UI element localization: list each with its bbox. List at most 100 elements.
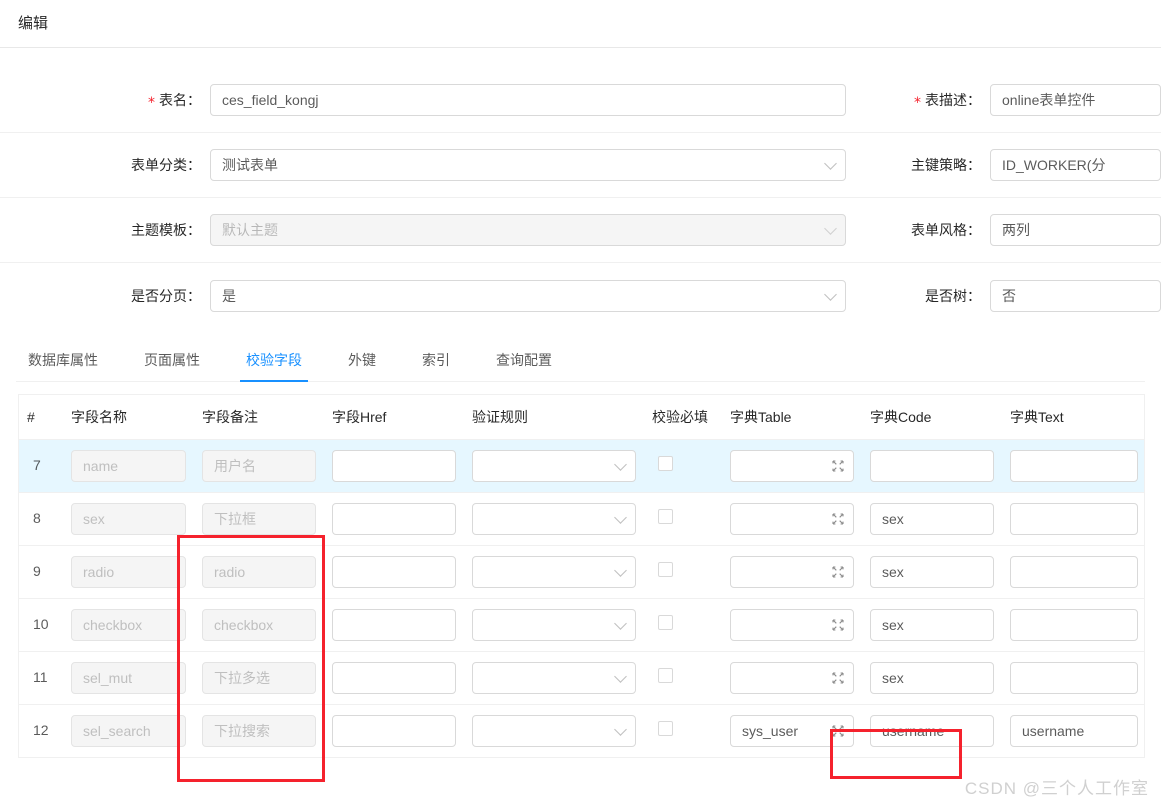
input-field-memo[interactable]: 下拉框: [202, 503, 316, 535]
input-dict-code[interactable]: sex: [870, 556, 994, 588]
input-field-href[interactable]: [332, 609, 456, 641]
input-dict-text[interactable]: [1010, 609, 1138, 641]
input-field-href[interactable]: [332, 556, 456, 588]
input-dict-code[interactable]: sex: [870, 662, 994, 694]
tab-foreign-key[interactable]: 外键: [348, 350, 376, 381]
input-field-memo[interactable]: 下拉搜索: [202, 715, 316, 747]
input-dict-table[interactable]: [730, 609, 854, 641]
cell-dict-text: [1002, 439, 1144, 493]
select-validation-rule[interactable]: [472, 609, 636, 641]
cell-dict-text: [1002, 545, 1144, 599]
cell-rule: [464, 704, 644, 758]
checkbox-required[interactable]: [658, 721, 673, 736]
tab-validation-fields[interactable]: 校验字段: [240, 350, 308, 382]
input-field-memo[interactable]: 用户名: [202, 450, 316, 482]
input-field-href[interactable]: [332, 662, 456, 694]
col-header-rule: 验证规则: [464, 395, 644, 440]
required-star-icon: *: [914, 95, 921, 111]
input-dict-text[interactable]: [1010, 450, 1138, 482]
cell-field-memo: 下拉搜索: [194, 704, 324, 758]
cell-field-memo: radio: [194, 545, 324, 599]
cell-dict-code: sex: [862, 492, 1002, 546]
cell-dict-text: [1002, 598, 1144, 652]
input-field-name[interactable]: radio: [71, 556, 186, 588]
cell-index: 8: [19, 492, 63, 546]
form-row-table-name: * 表名： ces_field_kongj: [0, 68, 870, 133]
cell-dict-code: username: [862, 704, 1002, 758]
table-row: 12 sel_search 下拉搜索 sys_user username username: [19, 704, 1144, 758]
checkbox-required[interactable]: [658, 615, 673, 630]
input-dict-text[interactable]: [1010, 556, 1138, 588]
expand-icon: [832, 513, 844, 525]
select-form-category[interactable]: 测试表单: [210, 149, 846, 181]
watermark: CSDN @三个人工作室: [964, 779, 1149, 798]
input-table-desc[interactable]: online表单控件: [990, 84, 1161, 116]
input-dict-text[interactable]: [1010, 662, 1138, 694]
checkbox-required[interactable]: [658, 456, 673, 471]
select-pk-strategy[interactable]: ID_WORKER(分: [990, 149, 1161, 181]
input-field-memo[interactable]: 下拉多选: [202, 662, 316, 694]
input-dict-table[interactable]: [730, 556, 854, 588]
input-dict-table[interactable]: [730, 662, 854, 694]
input-field-memo[interactable]: checkbox: [202, 609, 316, 641]
input-dict-table[interactable]: [730, 450, 854, 482]
cell-field-href: [324, 651, 464, 705]
cell-required: [644, 704, 722, 758]
input-dict-text[interactable]: [1010, 503, 1138, 535]
input-field-name[interactable]: sel_mut: [71, 662, 186, 694]
modal-header: 编辑: [0, 0, 1161, 48]
tab-page-properties[interactable]: 页面属性: [144, 350, 200, 381]
input-field-name[interactable]: name: [71, 450, 186, 482]
checkbox-required[interactable]: [658, 509, 673, 524]
input-dict-code[interactable]: username: [870, 715, 994, 747]
table-row: 8 sex 下拉框 sex: [19, 492, 1144, 546]
select-validation-rule[interactable]: [472, 503, 636, 535]
chevron-down-icon: [824, 222, 837, 235]
checkbox-required[interactable]: [658, 562, 673, 577]
tab-query-config[interactable]: 查询配置: [496, 350, 552, 381]
cell-field-memo: 下拉多选: [194, 651, 324, 705]
select-paging[interactable]: 是: [210, 279, 846, 312]
cell-rule: [464, 439, 644, 493]
input-dict-code[interactable]: sex: [870, 503, 994, 535]
cell-field-href: [324, 439, 464, 493]
input-field-name[interactable]: checkbox: [71, 609, 186, 641]
tab-index[interactable]: 索引: [422, 350, 450, 381]
cell-index: 12: [19, 704, 63, 758]
table-row: 11 sel_mut 下拉多选 sex: [19, 651, 1144, 705]
chevron-down-icon: [614, 723, 627, 736]
select-validation-rule[interactable]: [472, 715, 636, 747]
select-validation-rule[interactable]: [472, 556, 636, 588]
input-dict-table[interactable]: sys_user: [730, 715, 854, 747]
cell-index: 7: [19, 439, 63, 493]
input-field-href[interactable]: [332, 503, 456, 535]
col-header-required: 校验必填: [644, 395, 722, 440]
select-form-style[interactable]: 两列: [990, 214, 1161, 246]
input-dict-table[interactable]: [730, 503, 854, 535]
input-field-name[interactable]: sex: [71, 503, 186, 535]
expand-icon: [832, 460, 844, 472]
input-field-name[interactable]: sel_search: [71, 715, 186, 747]
tab-database-properties[interactable]: 数据库属性: [28, 350, 98, 381]
select-is-tree[interactable]: 否: [990, 279, 1161, 312]
chevron-down-icon: [614, 511, 627, 524]
input-field-href[interactable]: [332, 715, 456, 747]
input-table-name[interactable]: ces_field_kongj: [210, 84, 846, 116]
table-row: 9 radio radio sex: [19, 545, 1144, 599]
checkbox-required[interactable]: [658, 668, 673, 683]
input-dict-code[interactable]: sex: [870, 609, 994, 641]
cell-field-name: checkbox: [63, 598, 194, 652]
input-dict-code[interactable]: [870, 450, 994, 482]
input-field-href[interactable]: [332, 450, 456, 482]
input-field-memo[interactable]: radio: [202, 556, 316, 588]
select-validation-rule[interactable]: [472, 662, 636, 694]
cell-field-memo: 用户名: [194, 439, 324, 493]
cell-required: [644, 439, 722, 493]
cell-dict-table: [722, 545, 862, 599]
form-row-is-tree: 是否树： 否: [870, 263, 1161, 328]
table-row: 7 name 用户名: [19, 439, 1144, 493]
col-header-dict-code: 字典Code: [862, 395, 1002, 440]
input-dict-text[interactable]: username: [1010, 715, 1138, 747]
form-column-right: * 表描述： online表单控件 主键策略： ID_WORKER(分 表单风格：: [870, 68, 1161, 328]
select-validation-rule[interactable]: [472, 450, 636, 482]
